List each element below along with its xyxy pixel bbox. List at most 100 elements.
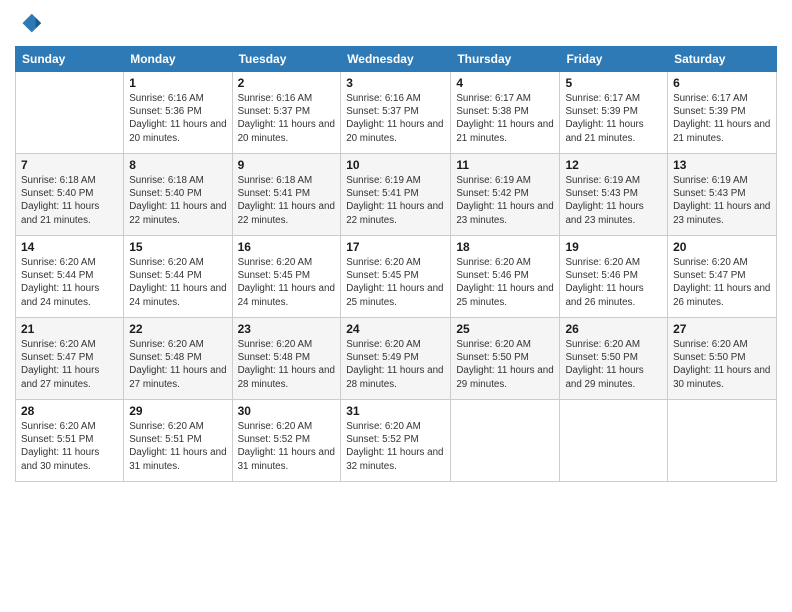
- cell-info: Sunrise: 6:17 AM Sunset: 5:39 PM Dayligh…: [673, 92, 771, 145]
- cell-info: Sunrise: 6:20 AM Sunset: 5:50 PM Dayligh…: [673, 338, 771, 391]
- cell-info: Sunrise: 6:20 AM Sunset: 5:48 PM Dayligh…: [129, 338, 226, 391]
- calendar-cell: 25 Sunrise: 6:20 AM Sunset: 5:50 PM Dayli…: [451, 318, 560, 400]
- calendar-cell: 26 Sunrise: 6:20 AM Sunset: 5:50 PM Dayli…: [560, 318, 668, 400]
- calendar-cell: [668, 400, 777, 482]
- calendar-cell: 24 Sunrise: 6:20 AM Sunset: 5:49 PM Dayli…: [341, 318, 451, 400]
- calendar-cell: [16, 72, 124, 154]
- day-number: 27: [673, 322, 771, 336]
- calendar-cell: 21 Sunrise: 6:20 AM Sunset: 5:47 PM Dayli…: [16, 318, 124, 400]
- day-number: 3: [346, 76, 445, 90]
- day-number: 9: [238, 158, 336, 172]
- cell-info: Sunrise: 6:19 AM Sunset: 5:42 PM Dayligh…: [456, 174, 554, 227]
- cell-info: Sunrise: 6:20 AM Sunset: 5:51 PM Dayligh…: [21, 420, 118, 473]
- calendar-cell: 28 Sunrise: 6:20 AM Sunset: 5:51 PM Dayli…: [16, 400, 124, 482]
- header: [15, 10, 777, 38]
- day-number: 14: [21, 240, 118, 254]
- calendar-cell: 29 Sunrise: 6:20 AM Sunset: 5:51 PM Dayli…: [124, 400, 232, 482]
- cell-info: Sunrise: 6:19 AM Sunset: 5:43 PM Dayligh…: [565, 174, 662, 227]
- day-number: 8: [129, 158, 226, 172]
- cell-info: Sunrise: 6:20 AM Sunset: 5:52 PM Dayligh…: [238, 420, 336, 473]
- cell-info: Sunrise: 6:20 AM Sunset: 5:52 PM Dayligh…: [346, 420, 445, 473]
- cell-info: Sunrise: 6:20 AM Sunset: 5:47 PM Dayligh…: [21, 338, 118, 391]
- day-number: 26: [565, 322, 662, 336]
- week-row-1: 1 Sunrise: 6:16 AM Sunset: 5:36 PM Daylig…: [16, 72, 777, 154]
- calendar-cell: 31 Sunrise: 6:20 AM Sunset: 5:52 PM Dayli…: [341, 400, 451, 482]
- day-number: 11: [456, 158, 554, 172]
- cell-info: Sunrise: 6:20 AM Sunset: 5:46 PM Dayligh…: [456, 256, 554, 309]
- cell-info: Sunrise: 6:18 AM Sunset: 5:40 PM Dayligh…: [129, 174, 226, 227]
- day-number: 12: [565, 158, 662, 172]
- day-number: 28: [21, 404, 118, 418]
- cell-info: Sunrise: 6:16 AM Sunset: 5:37 PM Dayligh…: [238, 92, 336, 145]
- weekday-header-sunday: Sunday: [16, 47, 124, 72]
- day-number: 23: [238, 322, 336, 336]
- day-number: 13: [673, 158, 771, 172]
- cell-info: Sunrise: 6:20 AM Sunset: 5:45 PM Dayligh…: [238, 256, 336, 309]
- calendar-cell: 30Sunrise: 6:20 AM Sunset: 5:52 PM Dayli…: [232, 400, 341, 482]
- week-row-2: 7 Sunrise: 6:18 AM Sunset: 5:40 PM Daylig…: [16, 154, 777, 236]
- calendar-cell: 5 Sunrise: 6:17 AM Sunset: 5:39 PM Daylig…: [560, 72, 668, 154]
- day-number: 29: [129, 404, 226, 418]
- cell-info: Sunrise: 6:16 AM Sunset: 5:37 PM Dayligh…: [346, 92, 445, 145]
- weekday-header-thursday: Thursday: [451, 47, 560, 72]
- calendar-cell: 10 Sunrise: 6:19 AM Sunset: 5:41 PM Dayli…: [341, 154, 451, 236]
- day-number: 21: [21, 322, 118, 336]
- calendar-cell: 12 Sunrise: 6:19 AM Sunset: 5:43 PM Dayli…: [560, 154, 668, 236]
- calendar-cell: 14 Sunrise: 6:20 AM Sunset: 5:44 PM Dayli…: [16, 236, 124, 318]
- calendar-cell: 22 Sunrise: 6:20 AM Sunset: 5:48 PM Dayli…: [124, 318, 232, 400]
- calendar-cell: 2Sunrise: 6:16 AM Sunset: 5:37 PM Daylig…: [232, 72, 341, 154]
- cell-info: Sunrise: 6:17 AM Sunset: 5:39 PM Dayligh…: [565, 92, 662, 145]
- calendar-cell: [560, 400, 668, 482]
- cell-info: Sunrise: 6:20 AM Sunset: 5:50 PM Dayligh…: [565, 338, 662, 391]
- day-number: 16: [238, 240, 336, 254]
- day-number: 22: [129, 322, 226, 336]
- cell-info: Sunrise: 6:18 AM Sunset: 5:40 PM Dayligh…: [21, 174, 118, 227]
- day-number: 7: [21, 158, 118, 172]
- calendar-cell: 20 Sunrise: 6:20 AM Sunset: 5:47 PM Dayli…: [668, 236, 777, 318]
- day-number: 6: [673, 76, 771, 90]
- calendar-cell: 6 Sunrise: 6:17 AM Sunset: 5:39 PM Daylig…: [668, 72, 777, 154]
- weekday-header-tuesday: Tuesday: [232, 47, 341, 72]
- day-number: 5: [565, 76, 662, 90]
- weekday-header-saturday: Saturday: [668, 47, 777, 72]
- cell-info: Sunrise: 6:20 AM Sunset: 5:47 PM Dayligh…: [673, 256, 771, 309]
- day-number: 10: [346, 158, 445, 172]
- day-number: 15: [129, 240, 226, 254]
- calendar-cell: 15 Sunrise: 6:20 AM Sunset: 5:44 PM Dayli…: [124, 236, 232, 318]
- cell-info: Sunrise: 6:16 AM Sunset: 5:36 PM Dayligh…: [129, 92, 226, 145]
- cell-info: Sunrise: 6:19 AM Sunset: 5:43 PM Dayligh…: [673, 174, 771, 227]
- cell-info: Sunrise: 6:18 AM Sunset: 5:41 PM Dayligh…: [238, 174, 336, 227]
- cell-info: Sunrise: 6:20 AM Sunset: 5:50 PM Dayligh…: [456, 338, 554, 391]
- cell-info: Sunrise: 6:20 AM Sunset: 5:48 PM Dayligh…: [238, 338, 336, 391]
- weekday-header-wednesday: Wednesday: [341, 47, 451, 72]
- day-number: 24: [346, 322, 445, 336]
- day-number: 20: [673, 240, 771, 254]
- day-number: 31: [346, 404, 445, 418]
- calendar-cell: 1 Sunrise: 6:16 AM Sunset: 5:36 PM Daylig…: [124, 72, 232, 154]
- cell-info: Sunrise: 6:20 AM Sunset: 5:51 PM Dayligh…: [129, 420, 226, 473]
- day-number: 18: [456, 240, 554, 254]
- cell-info: Sunrise: 6:20 AM Sunset: 5:49 PM Dayligh…: [346, 338, 445, 391]
- calendar-cell: [451, 400, 560, 482]
- calendar-cell: 18 Sunrise: 6:20 AM Sunset: 5:46 PM Dayli…: [451, 236, 560, 318]
- day-number: 17: [346, 240, 445, 254]
- calendar-cell: 4Sunrise: 6:17 AM Sunset: 5:38 PM Daylig…: [451, 72, 560, 154]
- weekday-header-monday: Monday: [124, 47, 232, 72]
- week-row-4: 21 Sunrise: 6:20 AM Sunset: 5:47 PM Dayli…: [16, 318, 777, 400]
- calendar-cell: 16 Sunrise: 6:20 AM Sunset: 5:45 PM Dayli…: [232, 236, 341, 318]
- day-number: 1: [129, 76, 226, 90]
- logo: [15, 10, 45, 38]
- cell-info: Sunrise: 6:19 AM Sunset: 5:41 PM Dayligh…: [346, 174, 445, 227]
- day-number: 25: [456, 322, 554, 336]
- logo-icon: [15, 10, 43, 38]
- calendar-cell: 19Sunrise: 6:20 AM Sunset: 5:46 PM Dayli…: [560, 236, 668, 318]
- cell-info: Sunrise: 6:20 AM Sunset: 5:44 PM Dayligh…: [129, 256, 226, 309]
- cell-info: Sunrise: 6:20 AM Sunset: 5:45 PM Dayligh…: [346, 256, 445, 309]
- day-number: 19: [565, 240, 662, 254]
- cell-info: Sunrise: 6:20 AM Sunset: 5:44 PM Dayligh…: [21, 256, 118, 309]
- calendar-cell: 3 Sunrise: 6:16 AM Sunset: 5:37 PM Daylig…: [341, 72, 451, 154]
- calendar: SundayMondayTuesdayWednesdayThursdayFrid…: [15, 46, 777, 482]
- calendar-cell: 11 Sunrise: 6:19 AM Sunset: 5:42 PM Dayli…: [451, 154, 560, 236]
- week-row-5: 28 Sunrise: 6:20 AM Sunset: 5:51 PM Dayli…: [16, 400, 777, 482]
- calendar-cell: 17 Sunrise: 6:20 AM Sunset: 5:45 PM Dayli…: [341, 236, 451, 318]
